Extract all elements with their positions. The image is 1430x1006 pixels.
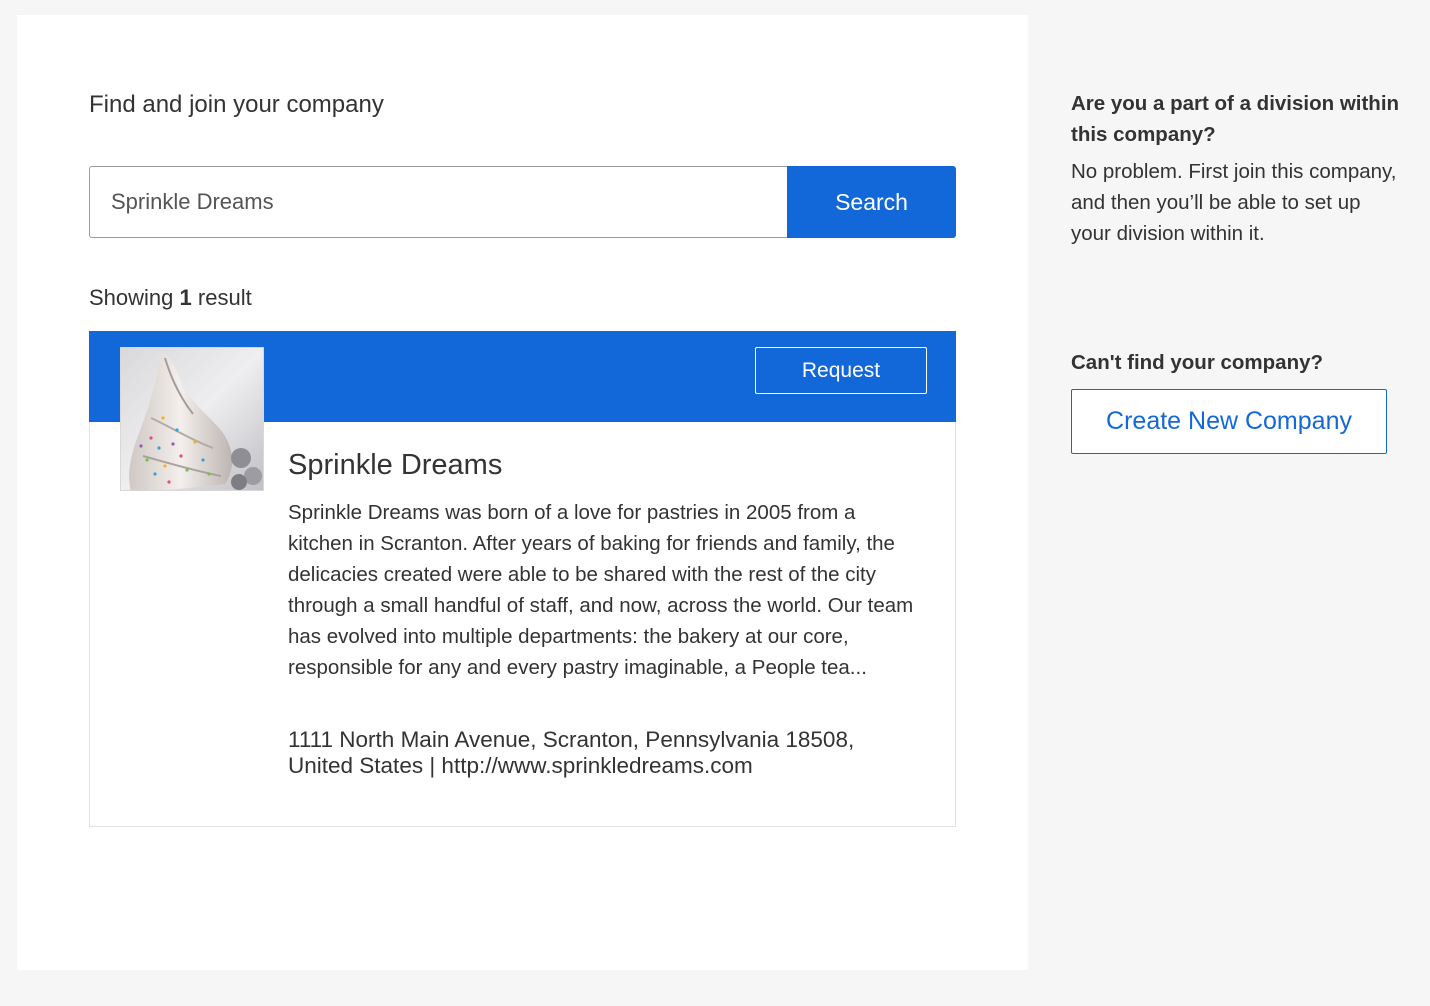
company-result-card: Request Sprinkle Dreams Sprinkle Dreams … [89,331,956,827]
cant-find-heading: Can't find your company? [1071,351,1324,374]
main-panel: Find and join your company Search Showin… [17,15,1028,970]
company-description: Sprinkle Dreams was born of a love for p… [288,501,914,679]
search-bar: Search [89,166,956,238]
division-heading: Are you a part of a division within this… [1071,92,1400,146]
search-button[interactable]: Search [787,166,956,238]
results-suffix: result [197,285,252,310]
meringue-photo-icon [121,348,263,490]
company-address: 1111 North Main Avenue, Scranton, Pennsy… [288,727,855,778]
create-new-company-button[interactable]: Create New Company [1071,389,1387,454]
results-count-number: 1 [179,285,192,310]
results-prefix: Showing [89,285,174,310]
results-count: Showing 1 result [89,285,252,311]
company-logo [120,347,264,491]
company-name: Sprinkle Dreams [288,449,503,481]
company-search-input[interactable] [89,166,787,238]
division-text: No problem. First join this company, and… [1071,160,1397,245]
sidebar: Are you a part of a division within this… [1071,88,1401,454]
page-title: Find and join your company [89,91,384,118]
request-button[interactable]: Request [755,347,927,394]
